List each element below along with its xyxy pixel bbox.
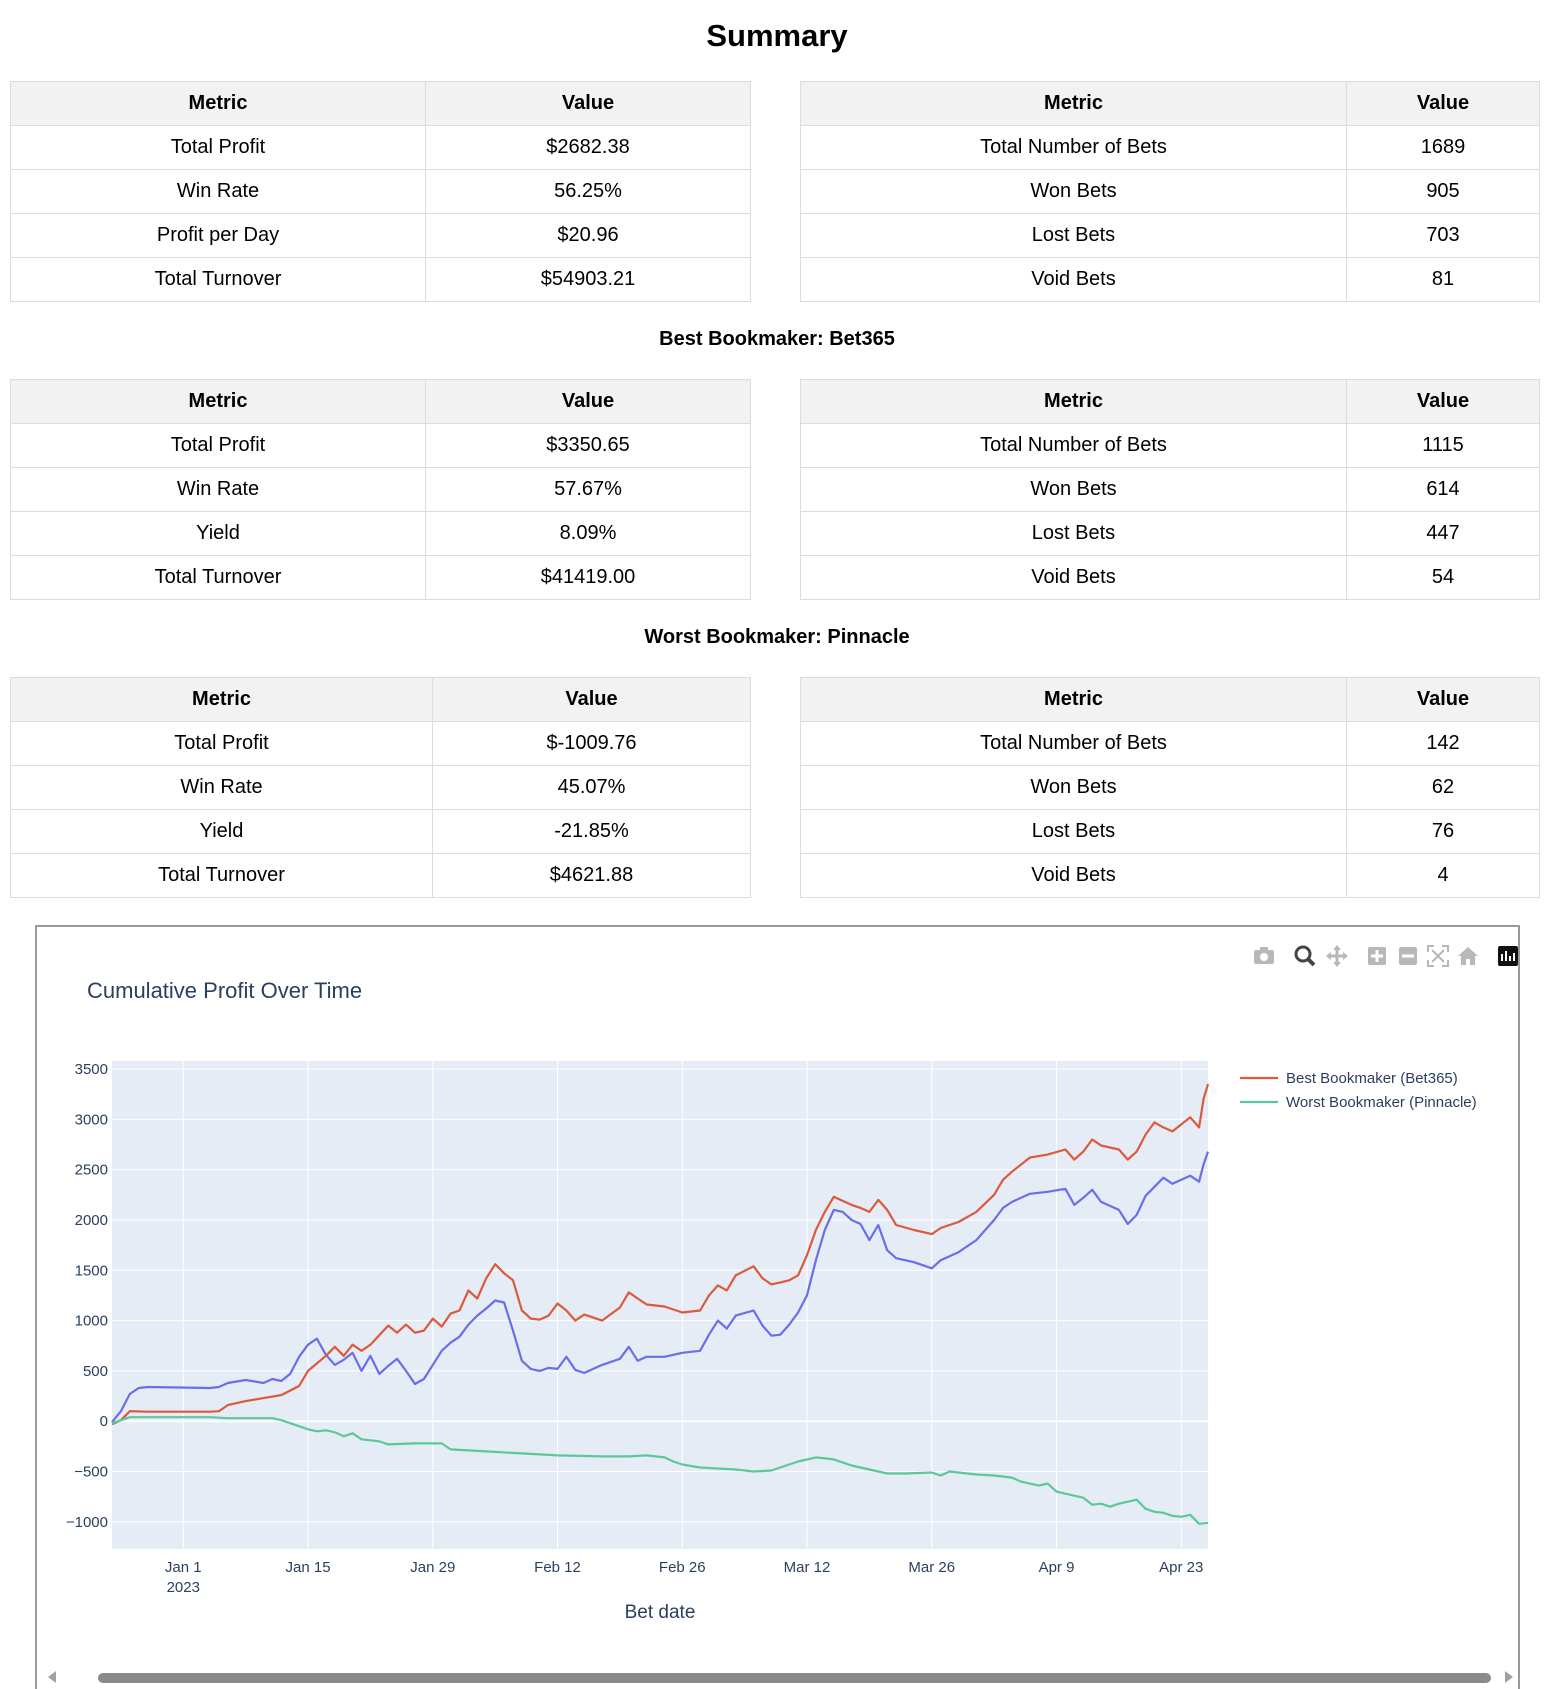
x-tick-label: Feb 26: [659, 1559, 706, 1576]
x-tick-label: Apr 9: [1039, 1559, 1075, 1576]
scroll-left-arrow[interactable]: [48, 1671, 56, 1683]
cumulative-profit-chart: Cumulative Profit Over Time 3500 3000 2500…: [48, 945, 1518, 1683]
y-tick-label: 2000: [75, 1212, 108, 1229]
legend-item-worst[interactable]: Worst Bookmaker (Pinnacle): [1240, 1094, 1477, 1111]
x-axis-label: Bet date: [625, 1602, 696, 1623]
autoscale-icon[interactable]: [1427, 945, 1449, 967]
x-tick-label: Jan 15: [286, 1559, 331, 1576]
x-tick-label: Jan 1: [165, 1559, 202, 1576]
legend-item-best[interactable]: Best Bookmaker (Bet365): [1240, 1070, 1458, 1087]
scroll-thumb[interactable]: [98, 1673, 1491, 1683]
x-tick-label: Jan 29: [410, 1559, 455, 1576]
zoom-in-icon[interactable]: [1368, 947, 1386, 965]
x-tick-label: Mar 12: [784, 1559, 831, 1576]
x-tick-label: Apr 23: [1159, 1559, 1203, 1576]
scroll-right-arrow[interactable]: [1505, 1671, 1513, 1683]
x-tick-label: Mar 26: [908, 1559, 955, 1576]
y-tick-label: 500: [83, 1363, 108, 1380]
zoom-out-icon[interactable]: [1399, 947, 1417, 965]
y-tick-label: 1000: [75, 1313, 108, 1330]
y-tick-label: 0: [100, 1413, 108, 1430]
x-tick-year-label: 2023: [167, 1579, 200, 1596]
camera-icon[interactable]: [1254, 947, 1274, 964]
y-tick-label: 2500: [75, 1162, 108, 1179]
zoom-icon[interactable]: [1294, 945, 1316, 967]
modebar: [1254, 945, 1518, 967]
pan-icon[interactable]: [1326, 945, 1348, 967]
y-tick-label: −500: [74, 1464, 108, 1481]
y-tick-label: −1000: [66, 1514, 108, 1531]
horizontal-scrollbar[interactable]: [48, 1671, 1513, 1683]
chart-title: Cumulative Profit Over Time: [87, 978, 362, 1003]
plotly-logo-icon[interactable]: [1498, 946, 1518, 966]
x-tick-label: Feb 12: [534, 1559, 581, 1576]
legend-label: Worst Bookmaker (Pinnacle): [1286, 1094, 1477, 1111]
y-tick-label: 3500: [75, 1061, 108, 1078]
reset-axes-icon[interactable]: [1458, 947, 1478, 965]
legend[interactable]: Best Bookmaker (Bet365) Worst Bookmaker (…: [1240, 1070, 1477, 1111]
y-tick-label: 1500: [75, 1262, 108, 1279]
y-tick-label: 3000: [75, 1111, 108, 1128]
legend-label: Best Bookmaker (Bet365): [1286, 1070, 1458, 1087]
